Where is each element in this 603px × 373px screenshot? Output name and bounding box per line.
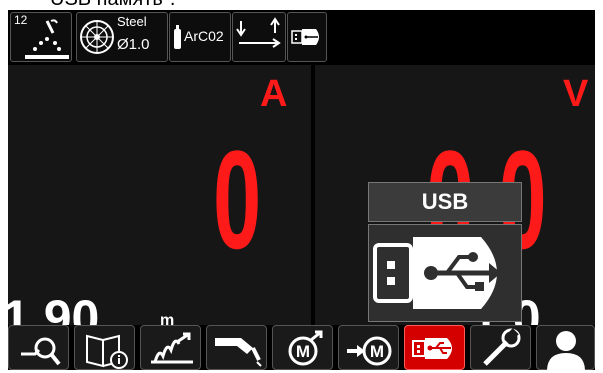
tools-button[interactable] bbox=[470, 325, 531, 370]
memory-save-button[interactable]: M bbox=[338, 325, 399, 370]
zoom-button[interactable] bbox=[8, 325, 69, 370]
mode-number: 12 bbox=[14, 13, 28, 27]
user-icon bbox=[547, 331, 585, 370]
memory-save-icon: M bbox=[347, 336, 392, 366]
usb-button[interactable] bbox=[404, 325, 465, 370]
welder-screen: 12 Steel Ø1.0 ArC02 A V 0 1.90 m USB M M bbox=[8, 10, 595, 370]
weld-params-icon bbox=[151, 332, 193, 364]
gas-cell[interactable]: ArC02 bbox=[169, 12, 231, 62]
svg-text:M: M bbox=[296, 342, 310, 361]
svg-text:M: M bbox=[370, 342, 384, 361]
wire-material: Steel bbox=[117, 14, 147, 29]
wrench-icon bbox=[483, 328, 521, 366]
trigger-mode-cell[interactable] bbox=[232, 12, 286, 62]
usb-status-icon bbox=[291, 29, 319, 45]
wire-diameter: Ø1.0 bbox=[117, 36, 150, 53]
memory-recall-button[interactable]: M bbox=[272, 325, 333, 370]
current-value: 0 bbox=[213, 121, 262, 278]
torch-icon bbox=[215, 338, 262, 367]
usb-status-cell[interactable] bbox=[287, 12, 327, 62]
weld-params-button[interactable] bbox=[140, 325, 201, 370]
manual-info-icon bbox=[86, 334, 128, 369]
trigger-mode-icon bbox=[236, 17, 281, 48]
usb-popup[interactable] bbox=[368, 224, 522, 322]
usb-popup-title: USB bbox=[368, 182, 522, 222]
torch-button[interactable] bbox=[206, 325, 267, 370]
wire-spool-icon bbox=[80, 20, 114, 54]
user-button[interactable] bbox=[536, 325, 595, 370]
gas-label: ArC02 bbox=[184, 28, 224, 44]
current-unit: A bbox=[260, 73, 288, 115]
status-bar: 12 Steel Ø1.0 ArC02 bbox=[8, 10, 595, 65]
bottom-toolbar: M M bbox=[8, 325, 595, 370]
memory-recall-icon: M bbox=[288, 330, 323, 366]
gas-cylinder-icon bbox=[174, 25, 181, 49]
usb-drive-icon bbox=[373, 237, 501, 309]
usb-icon bbox=[412, 338, 452, 359]
zoom-icon bbox=[21, 337, 61, 366]
voltage-unit: V bbox=[563, 73, 589, 115]
wire-cell[interactable]: Steel Ø1.0 bbox=[76, 12, 168, 62]
manual-button[interactable] bbox=[74, 325, 135, 370]
process-mode-cell[interactable]: 12 bbox=[10, 12, 72, 62]
